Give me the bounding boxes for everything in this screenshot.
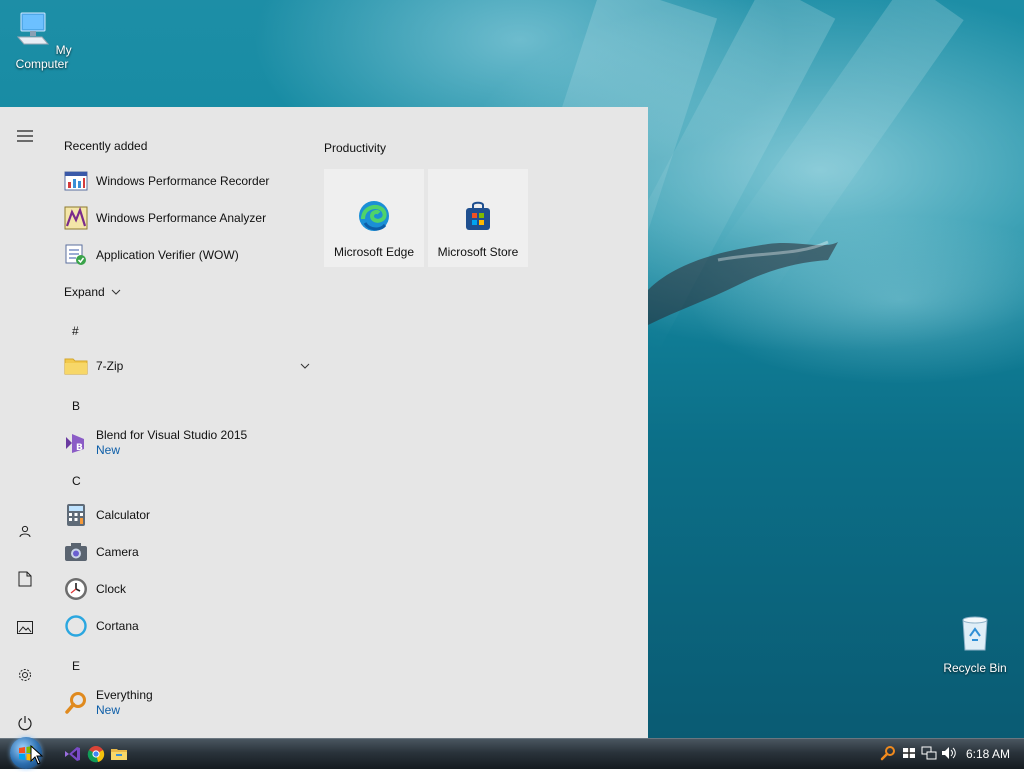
volume-icon[interactable] (941, 745, 957, 761)
new-badge: New (96, 443, 121, 457)
power-button[interactable] (9, 707, 41, 738)
tile-label: Microsoft Edge (333, 245, 415, 259)
start-menu-rail (0, 107, 50, 738)
edge-icon (359, 201, 389, 231)
app-camera[interactable]: Camera (64, 537, 304, 567)
svg-text:B: B (76, 443, 83, 453)
section-letter-e[interactable]: E (72, 659, 80, 673)
documents-button[interactable] (9, 563, 41, 595)
app-label: Calculator (96, 507, 151, 522)
tile-label: Microsoft Store (437, 245, 519, 259)
store-bag-icon (466, 201, 490, 230)
settings-button[interactable] (9, 659, 41, 691)
clock-icon (65, 578, 87, 600)
camera-icon (65, 543, 87, 561)
folder-icon (64, 358, 88, 375)
app-cortana[interactable]: Cortana (64, 611, 304, 641)
my-computer-shortcut[interactable]: My Computer (0, 10, 84, 71)
app-calculator[interactable]: Calculator (64, 500, 304, 530)
chrome-icon[interactable] (87, 745, 105, 763)
application-verifier-icon (65, 244, 86, 265)
section-letter-c[interactable]: C (72, 474, 81, 488)
pictures-button[interactable] (9, 611, 41, 643)
new-badge: New (96, 703, 121, 717)
app-label: 7-Zip (96, 358, 124, 373)
security-flag-icon[interactable] (901, 745, 917, 761)
expand-label: Expand (64, 284, 105, 299)
picture-icon (17, 620, 33, 634)
app-clock[interactable]: Clock (64, 574, 304, 604)
file-explorer-icon[interactable] (110, 745, 128, 763)
tiles-area: Productivity Microsoft Edge Microsoft St… (312, 107, 648, 738)
swimmer-silhouette (648, 240, 838, 325)
everything-tray-icon[interactable] (880, 745, 896, 761)
everything-search-icon (65, 692, 86, 714)
app-application-verifier[interactable]: Application Verifier (WOW) (64, 240, 304, 270)
computer-icon (17, 12, 50, 45)
calculator-icon (67, 504, 85, 526)
visual-studio-icon[interactable] (63, 745, 81, 763)
app-label: Camera (96, 544, 139, 559)
gear-icon (19, 669, 31, 681)
app-label: Cortana (96, 618, 139, 633)
hamburger-icon (17, 130, 33, 142)
network-icon[interactable] (921, 745, 937, 761)
app-windows-performance-recorder[interactable]: Windows Performance Recorder (64, 166, 304, 196)
taskbar-clock[interactable]: 6:18 AM (966, 747, 1010, 761)
user-account-button[interactable] (9, 515, 41, 547)
chevron-down-icon[interactable] (300, 363, 310, 369)
app-label: Application Verifier (WOW) (96, 247, 239, 262)
tile-microsoft-edge[interactable]: Microsoft Edge (324, 169, 424, 267)
section-letter-hash[interactable]: # (72, 324, 79, 338)
app-label: Clock (96, 581, 127, 596)
tile-microsoft-store[interactable]: Microsoft Store (428, 169, 528, 267)
cortana-icon (65, 615, 87, 637)
productivity-header: Productivity (324, 141, 387, 155)
document-icon (18, 571, 32, 587)
app-everything[interactable]: Everything New (64, 686, 304, 720)
chevron-down-icon (111, 289, 121, 295)
app-label: Everything New (96, 688, 153, 718)
section-letter-b[interactable]: B (72, 399, 80, 413)
hamburger-menu-button[interactable] (9, 120, 41, 152)
recently-added-header: Recently added (64, 139, 148, 153)
power-icon (18, 716, 32, 731)
app-7zip-folder[interactable]: 7-Zip (64, 351, 310, 381)
mouse-cursor-icon (30, 745, 44, 765)
desktop-icon-label: Recycle Bin (943, 661, 1007, 675)
app-name: Everything (96, 688, 153, 702)
blend-icon: B (66, 434, 84, 453)
expand-button[interactable]: Expand (64, 277, 304, 307)
recycle-bin-icon (962, 616, 988, 651)
performance-recorder-icon (64, 171, 88, 191)
app-label: Windows Performance Recorder (96, 173, 270, 188)
app-list: Recently added Windows Performance Recor… (50, 107, 312, 738)
recycle-bin-shortcut[interactable]: Recycle Bin (933, 614, 1017, 675)
app-label: Blend for Visual Studio 2015 New (96, 428, 247, 458)
app-windows-performance-analyzer[interactable]: Windows Performance Analyzer (64, 203, 304, 233)
user-icon (19, 525, 31, 537)
app-name: Blend for Visual Studio 2015 (96, 428, 248, 442)
performance-analyzer-icon (64, 206, 88, 230)
app-blend-visual-studio[interactable]: B Blend for Visual Studio 2015 New (64, 426, 304, 460)
app-label: Windows Performance Analyzer (96, 210, 267, 225)
taskbar: 6:18 AM (0, 737, 1024, 769)
start-menu: Recently added Windows Performance Recor… (0, 107, 648, 738)
